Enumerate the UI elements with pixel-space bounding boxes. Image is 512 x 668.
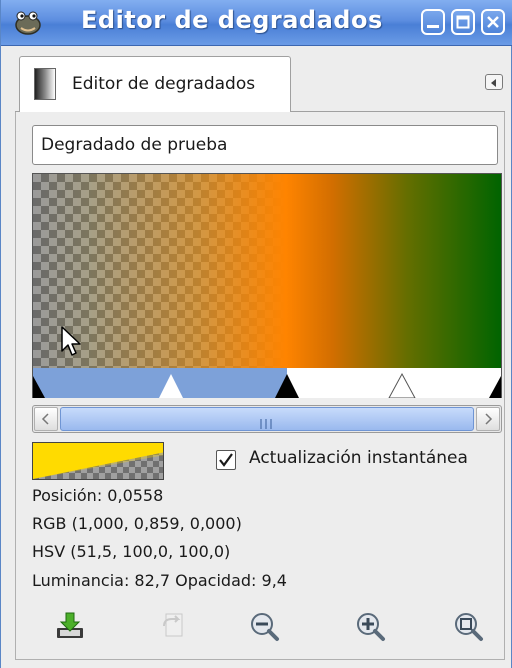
hsv-readout: HSV (51,5, 100,0, 100,0)	[32, 542, 231, 561]
instant-update-checkbox[interactable]	[216, 450, 236, 470]
gradient-fill	[33, 174, 501, 368]
minimize-button[interactable]	[421, 9, 445, 35]
save-icon	[54, 612, 86, 646]
dock-tab-strip: Editor de degradados	[15, 50, 505, 113]
mouse-cursor-icon	[61, 326, 83, 358]
zoom-fit-button[interactable]	[452, 610, 484, 642]
gimp-wilber-icon[interactable]	[13, 8, 43, 36]
editor-toolbar	[32, 604, 498, 648]
gradient-editor-window: Editor de degradados Editor de degradado…	[0, 0, 512, 668]
stop-midpoint-handle[interactable]	[158, 368, 184, 402]
save-button[interactable]	[54, 610, 86, 642]
stop-left-handle[interactable]	[33, 368, 47, 402]
stop-endpoint-handle[interactable]	[274, 368, 300, 402]
tab-label: Editor de degradados	[72, 74, 256, 94]
position-readout: Posición: 0,0558	[32, 486, 164, 505]
scroll-left-button[interactable]	[34, 407, 58, 431]
gradient-stops-bar[interactable]	[33, 368, 501, 399]
scroll-right-button[interactable]	[476, 407, 500, 431]
zoom-fit-icon	[452, 613, 484, 646]
check-icon	[217, 453, 235, 473]
tab-menu-icon	[486, 75, 502, 94]
gradient-icon	[34, 68, 56, 100]
revert-button[interactable]	[158, 610, 190, 642]
close-button[interactable]	[481, 9, 505, 35]
gradient-view[interactable]	[32, 173, 502, 399]
scrollbar-thumb[interactable]	[60, 407, 474, 431]
gradient-editor-panel: Degradado de prueba Actualización instan…	[15, 112, 505, 660]
luminance-opacity-readout: Luminancia: 82,7 Opacidad: 9,4	[32, 571, 287, 590]
zoom-out-icon	[248, 613, 280, 646]
zoom-in-button[interactable]	[354, 610, 386, 642]
maximize-button[interactable]	[451, 9, 475, 35]
tab-menu-button[interactable]	[485, 74, 503, 90]
title-bar[interactable]: Editor de degradados	[1, 0, 512, 46]
color-swatch	[32, 442, 164, 480]
instant-update-label[interactable]: Actualización instantánea	[249, 448, 468, 468]
rgb-readout: RGB (1,000, 0,859, 0,000)	[32, 514, 242, 533]
stop-right-handle[interactable]	[487, 368, 501, 402]
grip-icon	[259, 414, 273, 429]
horizontal-scrollbar[interactable]	[32, 405, 502, 433]
window-title: Editor de degradados	[81, 6, 383, 34]
zoom-out-button[interactable]	[248, 610, 280, 642]
gradient-name-field[interactable]: Degradado de prueba	[32, 125, 498, 165]
revert-icon	[158, 613, 190, 646]
stop-midpoint-handle[interactable]	[388, 368, 416, 402]
tab-gradient-editor[interactable]: Editor de degradados	[19, 56, 291, 113]
zoom-in-icon	[354, 613, 386, 646]
gradient-preview[interactable]	[33, 174, 501, 368]
